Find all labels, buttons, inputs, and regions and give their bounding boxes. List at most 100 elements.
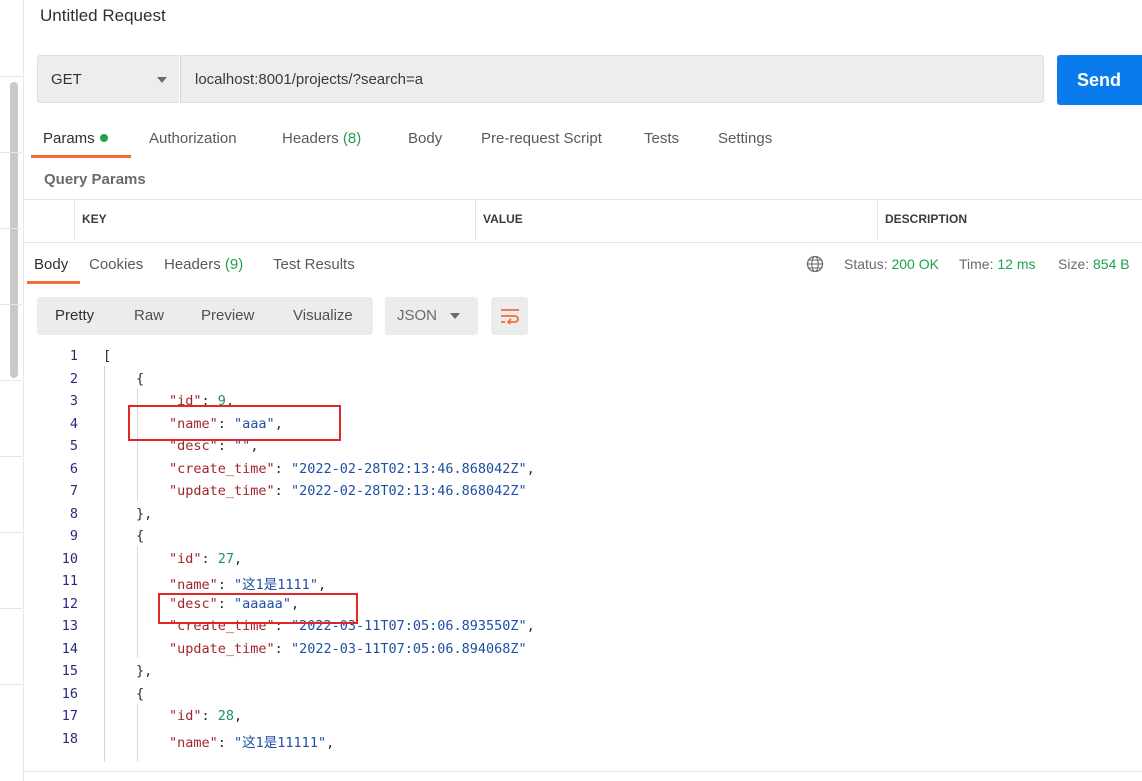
code-line: 6 "create_time": "2022-02-28T02:13:46.868…	[23, 461, 1142, 483]
annotation-box-name-aaa	[128, 405, 341, 441]
response-tab-body[interactable]: Body	[34, 256, 68, 273]
request-title[interactable]: Untitled Request	[40, 6, 166, 26]
chevron-down-icon	[157, 77, 167, 83]
code-token: "name"	[169, 734, 218, 751]
code-line: 14 "update_time": "2022-03-11T07:05:06.89…	[23, 641, 1142, 663]
line-number: 3	[69, 393, 78, 409]
code-line: 15},	[23, 663, 1142, 685]
line-number: 4	[69, 415, 78, 432]
code-token: ,	[234, 708, 243, 724]
status-indicator[interactable]: Status: 200 OK	[844, 256, 939, 272]
tab-settings[interactable]: Settings	[718, 130, 772, 147]
code-text: "update_time": "2022-03-11T07:05:06.8940…	[169, 641, 527, 657]
globe-icon[interactable]	[806, 255, 824, 273]
request-tabs: Params Authorization Headers (8) Body Pr…	[0, 124, 1142, 158]
sidebar-divider	[0, 456, 22, 457]
code-token: },	[136, 663, 153, 679]
time-indicator[interactable]: Time: 12 ms	[959, 256, 1036, 272]
code-token: "2022-03-11T07:05:06.894068Z"	[290, 640, 527, 657]
line-number: 15	[61, 663, 78, 679]
value-column	[475, 200, 878, 240]
code-token: ,	[317, 577, 327, 593]
view-preview-button[interactable]: Preview	[201, 307, 254, 324]
code-token: "2022-02-28T02:13:46.868042Z"	[290, 483, 527, 499]
tab-label: Body	[408, 130, 443, 147]
status-value: 200 OK	[891, 256, 939, 272]
line-number: 6	[69, 460, 78, 477]
line-number: 11	[61, 573, 78, 589]
sidebar-divider	[0, 684, 22, 685]
method-select[interactable]: GET	[37, 55, 179, 103]
chevron-down-icon	[450, 313, 460, 319]
column-header-value: VALUE	[483, 212, 523, 226]
column-header-description: DESCRIPTION	[885, 212, 968, 226]
active-response-tab-indicator	[27, 281, 80, 284]
line-number: 8	[69, 505, 78, 522]
indent-guide	[104, 366, 105, 762]
tab-count: (8)	[342, 130, 362, 147]
code-token: ,	[526, 618, 535, 634]
tab-params[interactable]: Params	[43, 130, 108, 147]
send-button[interactable]: Send	[1057, 55, 1142, 105]
size-value: 854 B	[1093, 256, 1130, 272]
code-token: 27	[217, 550, 235, 567]
line-number: 1	[69, 348, 78, 364]
code-token: :	[274, 460, 291, 477]
time-value: 12 ms	[997, 256, 1036, 272]
code-line: 8},	[23, 506, 1142, 528]
code-line: 10 "id": 27,	[23, 551, 1142, 573]
code-text: [	[103, 348, 111, 364]
tab-headers[interactable]: Headers (8)	[282, 130, 361, 147]
time-label: Time:	[959, 256, 994, 272]
line-number: 13	[61, 618, 78, 634]
method-value: GET	[51, 71, 82, 88]
url-input[interactable]: localhost:8001/projects/?search=a	[180, 55, 1044, 103]
code-token: :	[274, 483, 291, 499]
code-text: "name": "这1是1111",	[169, 573, 326, 593]
code-line: 16 {	[23, 686, 1142, 708]
tab-label: Headers	[164, 256, 221, 273]
code-token: {	[136, 370, 145, 387]
wrap-lines-button[interactable]	[491, 297, 528, 335]
code-line: 17 "id": 28,	[23, 708, 1142, 730]
response-tab-test-results[interactable]: Test Results	[273, 256, 355, 273]
code-token: "2022-02-28T02:13:46.868042Z"	[290, 460, 527, 477]
params-active-dot-icon	[99, 134, 108, 142]
tab-body[interactable]: Body	[408, 130, 442, 147]
line-number: 10	[61, 550, 78, 567]
code-line: 1[	[23, 348, 1142, 370]
response-tab-headers[interactable]: Headers (9)	[164, 256, 243, 273]
format-select[interactable]: JSON	[385, 297, 478, 335]
view-pretty-button[interactable]: Pretty	[55, 307, 94, 324]
code-token: {	[136, 685, 145, 702]
code-token: "id"	[169, 550, 202, 567]
tab-label: Headers	[282, 130, 339, 147]
wrap-lines-icon	[500, 309, 519, 324]
code-line: 11 "name": "这1是1111",	[23, 573, 1142, 595]
code-token: "update_time"	[169, 483, 275, 499]
view-visualize-button[interactable]: Visualize	[293, 307, 353, 324]
tab-tests[interactable]: Tests	[644, 130, 679, 147]
code-token: :	[274, 640, 291, 657]
code-text: "id": 28,	[169, 708, 242, 724]
size-label: Size:	[1058, 256, 1090, 272]
tab-authorization[interactable]: Authorization	[149, 130, 237, 147]
code-text: "update_time": "2022-02-28T02:13:46.8680…	[169, 483, 527, 499]
size-indicator[interactable]: Size: 854 B	[1058, 256, 1130, 272]
code-token: ,	[234, 550, 243, 567]
tab-pre-request-script[interactable]: Pre-request Script	[481, 130, 602, 147]
code-token: 28	[217, 708, 235, 724]
line-number: 16	[61, 685, 78, 702]
column-header-key: KEY	[82, 212, 107, 226]
tab-label: Params	[43, 130, 95, 147]
code-line: 7 "update_time": "2022-02-28T02:13:46.868…	[23, 483, 1142, 505]
code-line: 2{	[23, 371, 1142, 393]
tab-label: Test Results	[273, 256, 355, 273]
line-number: 2	[69, 370, 78, 387]
tab-label: Pre-request Script	[481, 130, 602, 147]
code-token: :	[217, 734, 235, 751]
code-text: "create_time": "2022-02-28T02:13:46.8680…	[169, 461, 535, 477]
response-tab-cookies[interactable]: Cookies	[89, 256, 143, 273]
view-mode-toggle: Pretty Raw Preview Visualize	[37, 297, 373, 335]
view-raw-button[interactable]: Raw	[134, 307, 164, 324]
